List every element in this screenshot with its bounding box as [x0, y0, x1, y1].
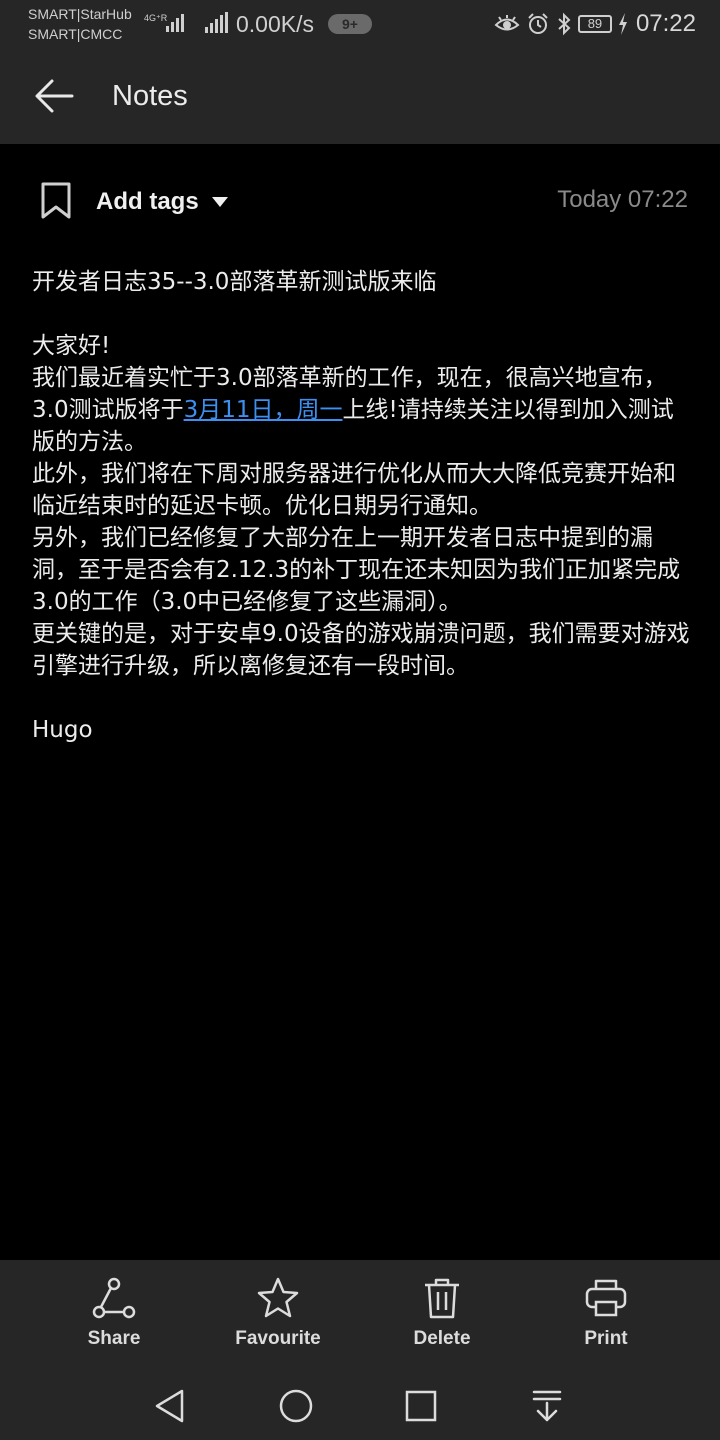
share-button[interactable]: Share: [44, 1276, 184, 1356]
eye-comfort-icon: [494, 15, 520, 31]
note-paragraph-1: 我们最近着实忙于3.0部落革新的工作，现在，很高兴地宣布，3.0测试版将于3月1…: [32, 362, 692, 458]
nav-back-button[interactable]: [144, 1382, 196, 1430]
network-speed: 0.00K/s: [236, 11, 314, 37]
carrier-1: SMART|StarHub: [28, 6, 132, 22]
dropdown-caret-icon: [211, 197, 228, 207]
star-icon: [257, 1277, 299, 1318]
triangle-back-icon: [155, 1389, 184, 1423]
status-bar: SMART|StarHub SMART|CMCC 4G⁺R 0.00K/s 9+: [0, 0, 720, 48]
square-recents-icon: [405, 1390, 437, 1422]
page-title: Notes: [112, 80, 188, 112]
carrier-info: SMART|StarHub SMART|CMCC: [28, 4, 132, 44]
trash-icon: [425, 1278, 459, 1319]
note-paragraph-3: 另外，我们已经修复了大部分在上一期开发者日志中提到的漏洞，至于是否会有2.12.…: [32, 525, 681, 615]
note-greeting: 大家好!: [32, 333, 111, 359]
favourite-button[interactable]: Favourite: [208, 1276, 348, 1356]
add-tags-button[interactable]: Add tags: [96, 184, 229, 220]
nav-home-button[interactable]: [270, 1382, 322, 1430]
nav-recents-button[interactable]: [395, 1382, 447, 1430]
print-button[interactable]: Print: [536, 1276, 676, 1356]
status-icons: 89 07:22: [494, 8, 696, 40]
carrier-2: SMART|CMCC: [28, 26, 123, 42]
circle-home-icon: [279, 1389, 313, 1423]
note-paragraph-4: 更关键的是，对于安卓9.0设备的游戏崩溃问题，我们需要对游戏引擎进行升级，所以离…: [32, 621, 690, 679]
mobile-signal-2-icon: [205, 12, 228, 33]
printer-icon: [585, 1279, 627, 1317]
arrow-left-icon: [35, 79, 74, 113]
nav-notifications-button[interactable]: [521, 1382, 573, 1430]
back-button[interactable]: [28, 72, 80, 120]
note-title: 开发者日志35--3.0部落革新测试版来临: [32, 269, 437, 295]
share-icon: [92, 1277, 136, 1319]
bluetooth-icon: [558, 12, 571, 36]
pull-down-icon: [532, 1390, 562, 1422]
note-signature: Hugo: [32, 717, 93, 743]
date-link[interactable]: 3月11日，周一: [184, 397, 343, 423]
note-meta: Add tags Today 07:22: [0, 170, 720, 234]
network-type-label: 4G⁺R: [144, 13, 168, 23]
charging-icon: [618, 13, 627, 35]
note-paragraph-2: 此外，我们将在下周对服务器进行优化从而大大降低竞赛开始和临近结束时的延迟卡顿。优…: [32, 461, 676, 519]
favourite-label: Favourite: [235, 1328, 321, 1349]
note-actions-bar: Share Favourite Delete Print: [0, 1260, 720, 1370]
print-label: Print: [584, 1328, 628, 1349]
system-nav-bar: [0, 1370, 720, 1440]
delete-button[interactable]: Delete: [372, 1276, 512, 1356]
bookmark-icon[interactable]: [40, 182, 72, 220]
app-bar: Notes: [0, 48, 720, 144]
status-clock: 07:22: [635, 10, 696, 37]
add-tags-label: Add tags: [96, 188, 199, 215]
note-timestamp: Today 07:22: [557, 186, 688, 213]
note-body[interactable]: 开发者日志35--3.0部落革新测试版来临 大家好! 我们最近着实忙于3.0部落…: [32, 266, 692, 746]
notification-badge: 9+: [328, 14, 372, 34]
delete-label: Delete: [413, 1328, 471, 1349]
battery-icon: 89: [577, 15, 612, 33]
mobile-signal-icon: 4G⁺R: [144, 13, 184, 32]
alarm-icon: [528, 13, 548, 34]
share-label: Share: [87, 1328, 141, 1349]
